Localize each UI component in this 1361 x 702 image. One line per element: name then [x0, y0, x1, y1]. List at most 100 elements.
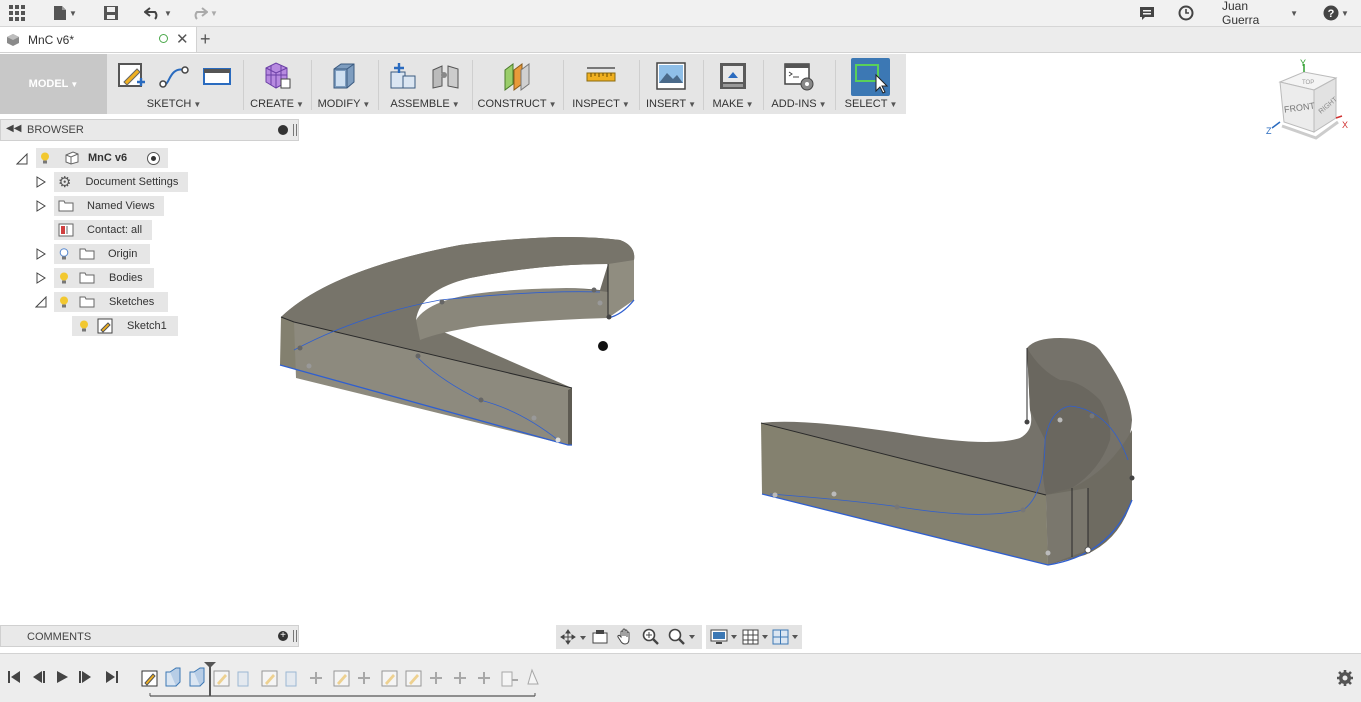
add-comment-icon[interactable]: + — [278, 631, 288, 641]
insert-group-label: INSERT — [645, 98, 687, 110]
new-component-icon[interactable] — [387, 60, 419, 92]
document-tab[interactable]: MnC v6* ✕ — [0, 27, 197, 52]
comments-pin-icon[interactable] — [293, 630, 297, 642]
sketch-group[interactable]: SKETCH ▼ — [110, 54, 238, 114]
tree-root[interactable]: MnC v6 — [36, 148, 168, 168]
tree-item-sketch1[interactable]: Sketch1 — [72, 316, 178, 336]
joint-icon[interactable] — [430, 60, 462, 92]
zoom-icon[interactable] — [642, 628, 660, 646]
timeline-features[interactable] — [140, 660, 550, 698]
origin-point-marker[interactable] — [598, 341, 608, 351]
go-to-start-icon[interactable] — [6, 669, 22, 685]
assemble-group[interactable]: ASSEMBLE ▼ — [382, 54, 468, 114]
tree-item-contact[interactable]: Contact: all — [54, 220, 152, 240]
browser-minimize-icon[interactable] — [278, 125, 288, 135]
tree-item-sketches[interactable]: Sketches — [54, 292, 168, 312]
grid-settings-icon[interactable] — [742, 628, 770, 646]
tree-item-origin[interactable]: Origin — [54, 244, 150, 264]
viewports-icon[interactable] — [772, 628, 800, 646]
browser-pin-icon[interactable] — [293, 124, 297, 136]
close-tab-icon[interactable]: ✕ — [176, 30, 189, 48]
timeline-suppressed-features[interactable] — [213, 668, 539, 687]
undo-icon — [144, 7, 158, 20]
step-forward-icon[interactable] — [78, 669, 94, 685]
scripts-addins-icon[interactable] — [783, 60, 815, 92]
tree-root-label: MnC v6 — [88, 152, 128, 164]
activate-component-icon[interactable] — [147, 152, 160, 165]
workspace-switcher[interactable]: MODEL ▼ — [0, 54, 107, 114]
viewcube[interactable]: FRONT RIGHT TOP Y X Z — [1262, 58, 1354, 142]
collapse-browser-icon[interactable]: ◀◀ — [6, 123, 21, 134]
body-left[interactable] — [279, 236, 635, 446]
timeline-settings-gear-icon[interactable] — [1336, 669, 1354, 687]
visibility-bulb-icon[interactable] — [79, 320, 89, 332]
visibility-bulb-icon[interactable] — [40, 152, 50, 164]
collapse-triangle-icon[interactable] — [16, 153, 28, 165]
comments-panel-button[interactable] — [1137, 3, 1157, 23]
modify-group[interactable]: MODIFY ▼ — [315, 54, 373, 114]
insert-group[interactable]: INSERT ▼ — [643, 54, 699, 114]
select-tool-button[interactable] — [851, 58, 890, 96]
save-button[interactable] — [100, 3, 122, 23]
play-icon[interactable] — [54, 669, 70, 685]
orbit-icon[interactable] — [560, 629, 586, 645]
folder-icon — [79, 272, 95, 284]
browser-panel-header[interactable]: ◀◀ BROWSER — [0, 119, 299, 141]
3d-viewport[interactable] — [270, 225, 1150, 575]
insert-image-icon[interactable] — [655, 60, 687, 92]
file-menu-button[interactable]: ▼ — [50, 3, 80, 23]
create-group[interactable]: CREATE ▼ — [247, 54, 307, 114]
step-back-icon[interactable] — [30, 669, 46, 685]
pan-hand-icon[interactable] — [617, 628, 633, 645]
inspect-group[interactable]: INSPECT ▼ — [567, 54, 635, 114]
tree-item-bodies[interactable]: Bodies — [54, 268, 154, 288]
comments-panel-header[interactable]: COMMENTS + — [0, 625, 299, 647]
saved-status-icon — [159, 34, 168, 43]
tree-item-named-views[interactable]: Named Views — [54, 196, 164, 216]
go-to-end-icon[interactable] — [104, 669, 120, 685]
press-pull-icon[interactable] — [328, 60, 360, 92]
visibility-bulb-icon[interactable] — [59, 272, 69, 284]
create-sketch-icon[interactable] — [115, 60, 147, 92]
expand-triangle-icon[interactable] — [35, 176, 47, 188]
app-grid-icon[interactable] — [6, 3, 28, 23]
make-group[interactable]: MAKE ▼ — [707, 54, 759, 114]
ribbon-toolbar: MODEL ▼ SKETCH ▼ CREATE ▼ MODIFY ▼ ASSEMBLE ▼… — [0, 54, 906, 114]
expand-triangle-icon[interactable] — [35, 200, 47, 212]
addins-group-label: ADD-INS — [771, 98, 817, 110]
create-form-icon[interactable] — [260, 60, 292, 92]
3d-print-icon[interactable] — [717, 60, 749, 92]
browser-tree: MnC v6 ⚙ Document Settings Named Views C… — [0, 145, 299, 345]
addins-group[interactable]: ADD-INS ▼ — [767, 54, 831, 114]
timeline-extrude-feature[interactable] — [189, 667, 205, 687]
select-group[interactable]: SELECT ▼ — [839, 54, 903, 114]
select-group-label: SELECT — [844, 98, 888, 110]
timeline-sketch-feature[interactable] — [141, 670, 158, 687]
spline-icon[interactable] — [158, 60, 190, 92]
redo-button[interactable]: ▼ — [186, 3, 222, 23]
visibility-bulb-icon[interactable] — [59, 296, 69, 308]
folder-icon — [79, 296, 95, 308]
help-button[interactable]: ? ▼ — [1320, 3, 1352, 23]
look-at-icon[interactable] — [592, 629, 608, 645]
timeline-extrude-feature[interactable] — [165, 667, 181, 687]
body-right[interactable] — [760, 338, 1135, 566]
construct-group[interactable]: CONSTRUCT ▼ — [476, 54, 558, 114]
expand-triangle-icon[interactable] — [35, 272, 47, 284]
user-menu[interactable]: Juan Guerra ▼ — [1222, 0, 1298, 27]
measure-icon[interactable] — [585, 60, 617, 92]
timeline-bar — [0, 653, 1361, 702]
job-status-button[interactable] — [1176, 3, 1196, 23]
expand-triangle-icon[interactable] — [35, 248, 47, 260]
rectangle-icon[interactable] — [201, 60, 233, 92]
display-settings-icon[interactable] — [710, 628, 738, 646]
collapse-triangle-icon[interactable] — [35, 296, 47, 308]
make-group-label: MAKE — [712, 98, 744, 110]
visibility-bulb-off-icon[interactable] — [59, 248, 69, 260]
offset-plane-icon[interactable] — [501, 60, 533, 92]
new-tab-button[interactable]: + — [200, 29, 211, 50]
undo-button[interactable]: ▼ — [140, 3, 176, 23]
fit-zoom-icon[interactable] — [668, 628, 698, 646]
axis-x-label: X — [1342, 120, 1348, 130]
tree-item-document-settings[interactable]: ⚙ Document Settings — [54, 172, 188, 192]
